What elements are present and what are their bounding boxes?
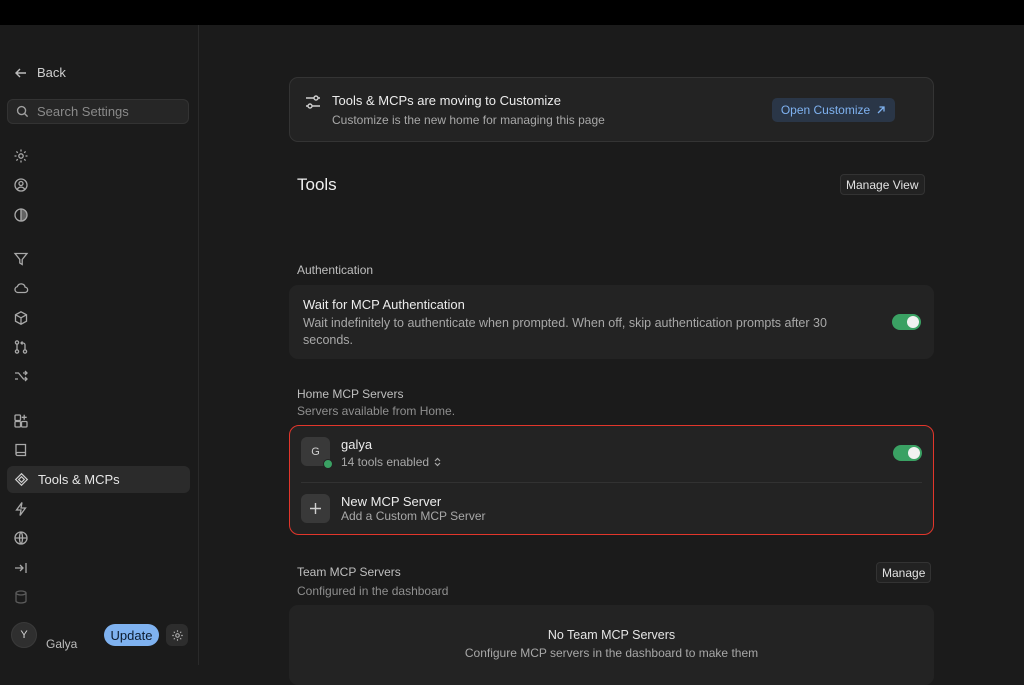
chevron-up-down-icon <box>434 457 441 467</box>
back-label: Back <box>37 65 66 80</box>
account-settings-button[interactable] <box>166 624 188 646</box>
back-button[interactable]: Back <box>14 65 66 80</box>
wait-auth-toggle[interactable] <box>892 314 921 330</box>
search-icon <box>16 105 29 118</box>
server-enabled-toggle[interactable] <box>893 445 922 461</box>
cloud-icon[interactable] <box>13 280 29 296</box>
banner-subtitle: Customize is the new home for managing t… <box>332 113 605 127</box>
team-servers-section-label: Team MCP Servers <box>297 565 401 579</box>
server-name: galya <box>341 437 373 452</box>
arrow-up-right-icon <box>877 106 885 114</box>
divider <box>301 482 922 483</box>
globe-icon[interactable] <box>13 530 29 546</box>
toggle-knob <box>908 447 920 459</box>
arrow-left-icon <box>15 68 26 77</box>
settings-sidebar: Back Tools & MCPs Y Galya Update <box>0 25 199 665</box>
home-servers-card: G galya 14 tools enabled New MCP Server … <box>289 425 934 535</box>
book-icon[interactable] <box>13 442 29 458</box>
contrast-icon[interactable] <box>13 207 29 223</box>
box-icon[interactable] <box>13 310 29 326</box>
team-servers-section-sub: Configured in the dashboard <box>297 584 449 598</box>
auth-setting-description: Wait indefinitely to authenticate when p… <box>303 316 827 347</box>
server-status-dot <box>323 459 333 469</box>
team-servers-card: No Team MCP Servers Configure MCP server… <box>289 605 934 685</box>
gear-icon[interactable] <box>13 148 29 164</box>
team-empty-title: No Team MCP Servers <box>547 628 676 642</box>
shuffle-icon[interactable] <box>13 368 29 384</box>
server-tools-dropdown[interactable]: 14 tools enabled <box>341 455 442 469</box>
sliders-icon <box>306 95 320 109</box>
new-server-title[interactable]: New MCP Server <box>341 494 441 509</box>
toggle-knob <box>907 316 919 328</box>
new-server-subtitle: Add a Custom MCP Server <box>341 509 486 523</box>
home-servers-section-label: Home MCP Servers <box>297 387 404 401</box>
tools-mcp-icon <box>14 472 29 487</box>
gear-icon <box>171 629 183 641</box>
database-icon[interactable] <box>13 589 29 605</box>
customize-banner: Tools & MCPs are moving to Customize Cus… <box>289 77 934 142</box>
search-settings[interactable] <box>7 99 189 124</box>
plus-icon <box>310 503 321 514</box>
banner-title: Tools & MCPs are moving to Customize <box>332 93 562 108</box>
team-empty-description: Configure MCP servers in the dashboard t… <box>464 646 759 660</box>
add-server-button[interactable] <box>301 494 330 523</box>
user-circle-icon[interactable] <box>13 177 29 193</box>
page-title: Tools <box>297 175 337 194</box>
user-name: Galya <box>46 637 78 651</box>
avatar[interactable]: Y <box>11 622 37 648</box>
open-customize-button[interactable]: Open Customize <box>772 98 895 122</box>
server-tools-label: 14 tools enabled <box>341 455 430 469</box>
arrow-to-line-icon[interactable] <box>13 560 29 576</box>
grid-plus-icon[interactable] <box>13 413 29 429</box>
sidebar-item-label: Tools & MCPs <box>38 472 120 487</box>
manage-team-button[interactable]: Manage <box>876 562 932 583</box>
filter-icon[interactable] <box>13 251 29 267</box>
window-top-bar <box>0 0 1024 25</box>
open-customize-label: Open Customize <box>780 103 871 117</box>
update-button[interactable]: Update <box>104 624 159 646</box>
authentication-card: Wait for MCP Authentication Wait indefin… <box>289 285 934 359</box>
manage-view-button[interactable]: Manage View <box>840 174 925 195</box>
search-input[interactable] <box>37 104 177 119</box>
sidebar-item-tools-mcps[interactable]: Tools & MCPs <box>7 466 190 493</box>
authentication-section-label: Authentication <box>297 263 374 277</box>
lightning-icon[interactable] <box>13 501 29 517</box>
git-pull-request-icon[interactable] <box>13 339 29 355</box>
auth-setting-title: Wait for MCP Authentication <box>303 297 465 312</box>
home-servers-section-sub: Servers available from Home. <box>297 404 456 418</box>
